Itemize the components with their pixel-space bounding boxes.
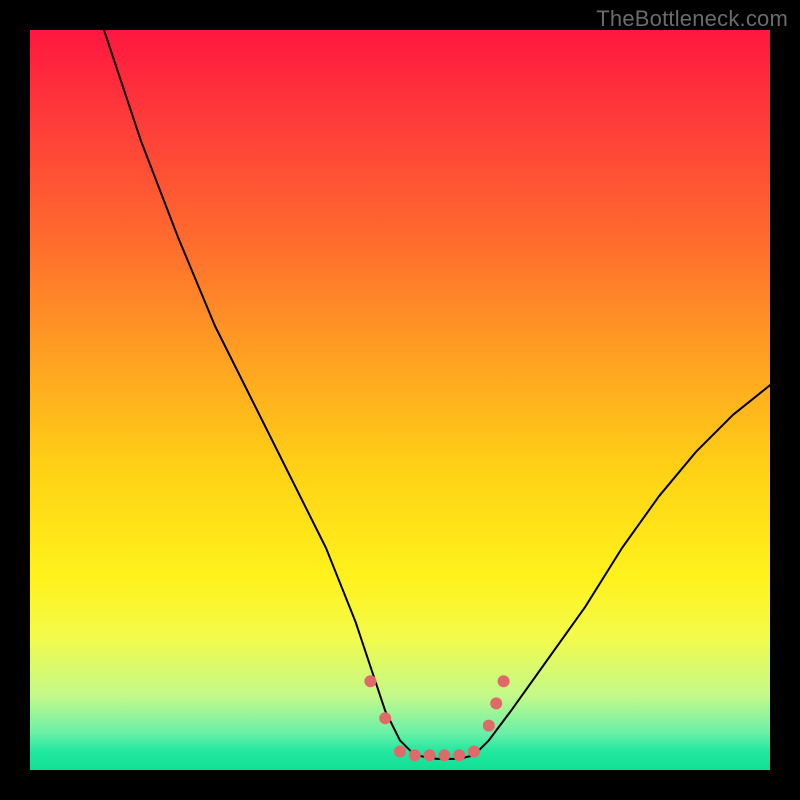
- trough-dot: [424, 749, 436, 761]
- trough-dot: [453, 749, 465, 761]
- trough-dot: [468, 746, 480, 758]
- trough-dot: [483, 720, 495, 732]
- trough-dot: [379, 712, 391, 724]
- trough-dot: [438, 749, 450, 761]
- trough-dot: [394, 746, 406, 758]
- chart-svg: [30, 30, 770, 770]
- trough-dot: [498, 675, 510, 687]
- trough-dot: [364, 675, 376, 687]
- trough-dot: [490, 697, 502, 709]
- plot-area: [30, 30, 770, 770]
- watermark-text: TheBottleneck.com: [596, 6, 788, 32]
- trough-dot: [409, 749, 421, 761]
- chart-frame: TheBottleneck.com: [0, 0, 800, 800]
